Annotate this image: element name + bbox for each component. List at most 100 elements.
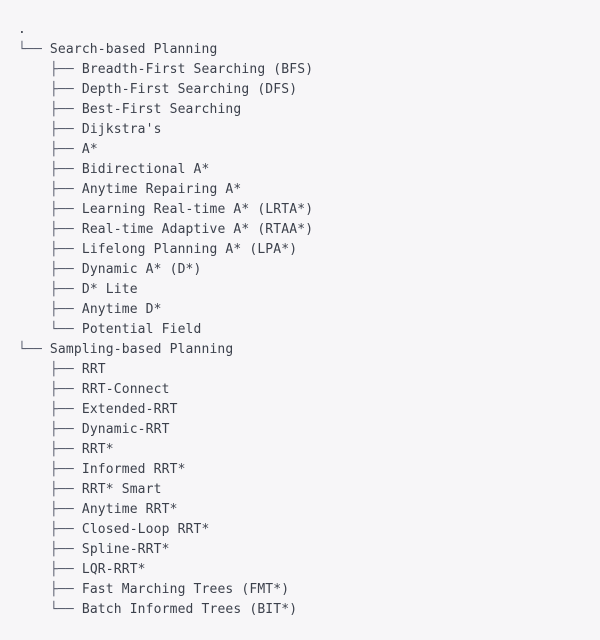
tree-connector-icon: ├──: [49, 82, 82, 97]
tree-item-line: ├── Bidirectional A*: [18, 160, 313, 180]
tree-indent-guide: [18, 502, 50, 517]
tree-connector-icon: ├──: [49, 142, 82, 157]
tree-connector-icon: ├──: [49, 422, 82, 437]
tree-item-label: Real-time Adaptive A* (RTAA*): [81, 222, 314, 237]
tree-item-line: ├── Dynamic-RRT: [18, 420, 313, 440]
tree-group-label: Sampling-based Planning: [49, 342, 234, 357]
tree-indent-guide: [18, 202, 50, 217]
tree-item-label: Potential Field: [81, 322, 202, 337]
tree-indent-guide: [18, 482, 50, 497]
tree-connector-icon: ├──: [49, 62, 82, 77]
tree-connector-icon: ├──: [49, 162, 82, 177]
tree-item-line: ├── Dynamic A* (D*): [18, 260, 313, 280]
tree-item-line: ├── Extended-RRT: [18, 400, 313, 420]
tree-item-line: ├── Dijkstra's: [18, 120, 313, 140]
tree-connector-icon: ├──: [49, 182, 82, 197]
tree-item-line: ├── Real-time Adaptive A* (RTAA*): [18, 220, 313, 240]
tree-item-label: D* Lite: [81, 282, 138, 297]
tree-indent-guide: [18, 162, 50, 177]
tree-item-line: ├── Closed-Loop RRT*: [18, 520, 313, 540]
tree-item-line: ├── A*: [18, 140, 313, 160]
tree-connector-icon: ├──: [49, 402, 82, 417]
tree-item-line: ├── RRT* Smart: [18, 480, 313, 500]
tree-item-label: Anytime D*: [81, 302, 162, 317]
tree-item-line: ├── Depth-First Searching (DFS): [18, 80, 313, 100]
tree-connector-icon: ├──: [49, 382, 82, 397]
tree-item-line: ├── Fast Marching Trees (FMT*): [18, 580, 313, 600]
tree-connector-icon: ├──: [49, 542, 82, 557]
tree-connector-icon: ├──: [49, 282, 82, 297]
tree-indent-guide: [18, 182, 50, 197]
tree-root-line: .: [18, 20, 313, 40]
tree-connector-icon: ├──: [49, 122, 82, 137]
tree-group-line: └── Search-based Planning: [18, 40, 313, 60]
tree-item-label: Lifelong Planning A* (LPA*): [81, 242, 298, 257]
tree-connector-icon: ├──: [49, 462, 82, 477]
tree-item-line: ├── Anytime Repairing A*: [18, 180, 313, 200]
tree-item-label: Dijkstra's: [81, 122, 162, 137]
tree-item-line: └── Potential Field: [18, 320, 313, 340]
tree-item-label: Learning Real-time A* (LRTA*): [81, 202, 314, 217]
tree-indent-guide: [18, 302, 50, 317]
tree-indent-guide: [18, 62, 50, 77]
tree-indent-guide: [18, 362, 50, 377]
tree-connector-icon: └──: [49, 322, 82, 337]
tree-indent-guide: [18, 142, 50, 157]
tree-item-label: Breadth-First Searching (BFS): [81, 62, 314, 77]
tree-item-line: ├── Anytime RRT*: [18, 500, 313, 520]
tree-item-label: RRT-Connect: [81, 382, 170, 397]
tree-item-line: ├── Breadth-First Searching (BFS): [18, 60, 313, 80]
tree-item-line: ├── Learning Real-time A* (LRTA*): [18, 200, 313, 220]
tree-item-line: ├── Best-First Searching: [18, 100, 313, 120]
tree-group-label: Search-based Planning: [49, 42, 218, 57]
tree-item-label: Closed-Loop RRT*: [81, 522, 210, 537]
tree-output: . └── Search-based Planning ├── Breadth-F…: [18, 20, 313, 620]
tree-connector-icon: ├──: [49, 202, 82, 217]
tree-item-label: RRT: [81, 362, 106, 377]
tree-group-line: └── Sampling-based Planning: [18, 340, 313, 360]
tree-item-label: RRT*: [81, 442, 114, 457]
tree-connector-icon: ├──: [49, 442, 82, 457]
tree-indent-guide: [18, 522, 50, 537]
tree-connector-icon: └──: [18, 42, 50, 57]
tree-indent-guide: [18, 242, 50, 257]
tree-connector-icon: ├──: [49, 222, 82, 237]
tree-item-label: Best-First Searching: [81, 102, 242, 117]
tree-indent-guide: [18, 422, 50, 437]
tree-indent-guide: [18, 562, 50, 577]
tree-indent-guide: [18, 582, 50, 597]
tree-connector-icon: ├──: [49, 102, 82, 117]
tree-item-line: ├── Lifelong Planning A* (LPA*): [18, 240, 313, 260]
tree-connector-icon: ├──: [49, 562, 82, 577]
tree-item-line: ├── Spline-RRT*: [18, 540, 313, 560]
tree-connector-icon: ├──: [49, 522, 82, 537]
tree-indent-guide: [18, 402, 50, 417]
tree-connector-icon: ├──: [49, 362, 82, 377]
tree-indent-guide: [18, 442, 50, 457]
tree-connector-icon: ├──: [49, 302, 82, 317]
tree-item-label: LQR-RRT*: [81, 562, 146, 577]
tree-item-label: Spline-RRT*: [81, 542, 170, 557]
tree-indent-guide: [18, 82, 50, 97]
tree-item-line: ├── RRT-Connect: [18, 380, 313, 400]
tree-indent-guide: [18, 282, 50, 297]
tree-item-label: Anytime Repairing A*: [81, 182, 242, 197]
tree-item-label: Informed RRT*: [81, 462, 186, 477]
tree-indent-guide: [18, 122, 50, 137]
tree-item-label: Depth-First Searching (DFS): [81, 82, 298, 97]
tree-item-label: RRT* Smart: [81, 482, 162, 497]
tree-item-line: ├── D* Lite: [18, 280, 313, 300]
tree-connector-icon: ├──: [49, 262, 82, 277]
tree-indent-guide: [18, 462, 50, 477]
tree-item-line: ├── Anytime D*: [18, 300, 313, 320]
tree-item-label: Fast Marching Trees (FMT*): [81, 582, 290, 597]
tree-item-line: └── Batch Informed Trees (BIT*): [18, 600, 313, 620]
tree-item-label: Bidirectional A*: [81, 162, 210, 177]
tree-item-line: ├── LQR-RRT*: [18, 560, 313, 580]
tree-item-line: ├── Informed RRT*: [18, 460, 313, 480]
tree-connector-icon: ├──: [49, 482, 82, 497]
tree-indent-guide: [18, 222, 50, 237]
tree-item-label: Dynamic-RRT: [81, 422, 170, 437]
tree-item-line: ├── RRT: [18, 360, 313, 380]
tree-connector-icon: ├──: [49, 242, 82, 257]
